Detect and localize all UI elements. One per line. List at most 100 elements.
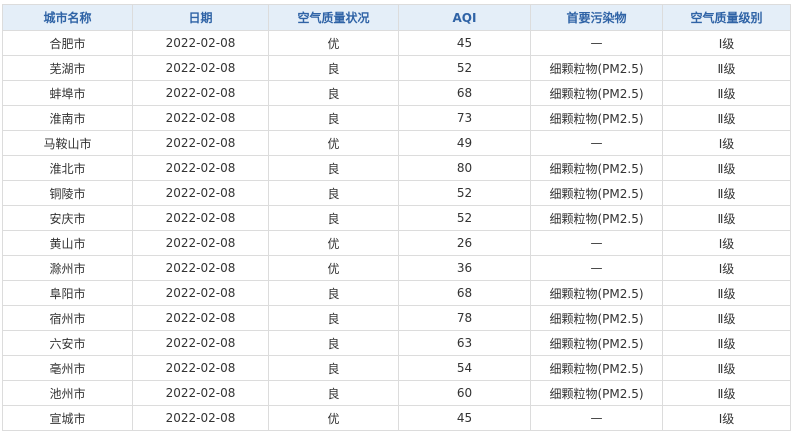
- cell-city: 黄山市: [2, 230, 133, 256]
- cell-date: 2022-02-08: [132, 280, 269, 306]
- table-row: 滁州市 2022-02-08 优 36— Ⅰ级: [2, 255, 791, 281]
- table-row: 亳州市 2022-02-08 良 54 细颗粒物(PM2.5) Ⅱ级: [2, 355, 791, 381]
- cell-date: 2022-02-08: [132, 305, 269, 331]
- cell-status: 优: [268, 255, 399, 281]
- cell-status: 良: [268, 105, 399, 131]
- cell-aqi: 68: [398, 80, 531, 106]
- cell-level: Ⅱ级: [662, 280, 791, 306]
- table-row: 宿州市 2022-02-08 良 78 细颗粒物(PM2.5) Ⅱ级: [2, 305, 791, 331]
- cell-pollutant: 细颗粒物(PM2.5): [530, 80, 663, 106]
- cell-pollutant: 细颗粒物(PM2.5): [530, 330, 663, 356]
- table-row: 安庆市 2022-02-08 良 52 细颗粒物(PM2.5) Ⅱ级: [2, 205, 791, 231]
- cell-level: Ⅱ级: [662, 355, 791, 381]
- cell-level: Ⅰ级: [662, 230, 791, 256]
- cell-level: Ⅱ级: [662, 305, 791, 331]
- cell-aqi: 78: [398, 305, 531, 331]
- cell-level: Ⅰ级: [662, 405, 791, 431]
- cell-city: 芜湖市: [2, 55, 133, 81]
- table-row: 铜陵市 2022-02-08 良 52 细颗粒物(PM2.5) Ⅱ级: [2, 180, 791, 206]
- cell-level: Ⅱ级: [662, 330, 791, 356]
- cell-pollutant: 细颗粒物(PM2.5): [530, 380, 663, 406]
- column-header-level: 空气质量级别: [662, 4, 791, 31]
- column-header-status: 空气质量状况: [268, 4, 399, 31]
- cell-aqi: 49: [398, 130, 531, 156]
- table-row: 合肥市 2022-02-08 优 45— Ⅰ级: [2, 30, 791, 56]
- table-row: 芜湖市 2022-02-08 良 52 细颗粒物(PM2.5) Ⅱ级: [2, 55, 791, 81]
- cell-date: 2022-02-08: [132, 55, 269, 81]
- cell-level: Ⅱ级: [662, 105, 791, 131]
- cell-city: 宿州市: [2, 305, 133, 331]
- table-row: 阜阳市 2022-02-08 良 68 细颗粒物(PM2.5) Ⅱ级: [2, 280, 791, 306]
- cell-aqi: 36: [398, 255, 531, 281]
- cell-level: Ⅱ级: [662, 80, 791, 106]
- cell-date: 2022-02-08: [132, 80, 269, 106]
- cell-pollutant: 细颗粒物(PM2.5): [530, 355, 663, 381]
- cell-aqi: 60: [398, 380, 531, 406]
- table-row: 六安市 2022-02-08 良 63 细颗粒物(PM2.5) Ⅱ级: [2, 330, 791, 356]
- cell-pollutant: 细颗粒物(PM2.5): [530, 55, 663, 81]
- cell-city: 铜陵市: [2, 180, 133, 206]
- column-header-aqi: AQI: [398, 4, 531, 31]
- table-header-row: 城市名称 日期 空气质量状况 AQI 首要污染物 空气质量级别: [2, 4, 791, 31]
- cell-pollutant: 细颗粒物(PM2.5): [530, 155, 663, 181]
- column-header-pollutant: 首要污染物: [530, 4, 663, 31]
- column-header-date: 日期: [132, 4, 269, 31]
- cell-aqi: 80: [398, 155, 531, 181]
- cell-date: 2022-02-08: [132, 330, 269, 356]
- cell-date: 2022-02-08: [132, 380, 269, 406]
- cell-aqi: 73: [398, 105, 531, 131]
- cell-pollutant: 细颗粒物(PM2.5): [530, 180, 663, 206]
- cell-level: Ⅰ级: [662, 30, 791, 56]
- cell-pollutant: 细颗粒物(PM2.5): [530, 305, 663, 331]
- cell-status: 良: [268, 280, 399, 306]
- aqi-table: 城市名称 日期 空气质量状况 AQI 首要污染物 空气质量级别 合肥市 2022-…: [2, 4, 791, 431]
- cell-date: 2022-02-08: [132, 255, 269, 281]
- cell-status: 良: [268, 355, 399, 381]
- cell-date: 2022-02-08: [132, 130, 269, 156]
- cell-aqi: 63: [398, 330, 531, 356]
- cell-status: 良: [268, 380, 399, 406]
- cell-level: Ⅱ级: [662, 380, 791, 406]
- cell-status: 良: [268, 155, 399, 181]
- cell-city: 池州市: [2, 380, 133, 406]
- cell-city: 亳州市: [2, 355, 133, 381]
- cell-status: 良: [268, 180, 399, 206]
- cell-aqi: 26: [398, 230, 531, 256]
- cell-city: 淮北市: [2, 155, 133, 181]
- cell-aqi: 52: [398, 205, 531, 231]
- cell-pollutant: 细颗粒物(PM2.5): [530, 105, 663, 131]
- table-row: 宣城市 2022-02-08 优 45— Ⅰ级: [2, 405, 791, 431]
- cell-date: 2022-02-08: [132, 205, 269, 231]
- table-row: 池州市 2022-02-08 良 60 细颗粒物(PM2.5) Ⅱ级: [2, 380, 791, 406]
- cell-status: 良: [268, 55, 399, 81]
- cell-aqi: 54: [398, 355, 531, 381]
- cell-status: 优: [268, 130, 399, 156]
- cell-pollutant: —: [530, 230, 663, 256]
- cell-aqi: 45: [398, 30, 531, 56]
- cell-level: Ⅰ级: [662, 255, 791, 281]
- cell-status: 良: [268, 330, 399, 356]
- column-header-city: 城市名称: [2, 4, 133, 31]
- cell-date: 2022-02-08: [132, 155, 269, 181]
- cell-city: 六安市: [2, 330, 133, 356]
- cell-status: 优: [268, 405, 399, 431]
- cell-status: 良: [268, 80, 399, 106]
- cell-aqi: 68: [398, 280, 531, 306]
- cell-city: 合肥市: [2, 30, 133, 56]
- cell-aqi: 52: [398, 55, 531, 81]
- table-row: 黄山市 2022-02-08 优 26— Ⅰ级: [2, 230, 791, 256]
- cell-date: 2022-02-08: [132, 30, 269, 56]
- cell-date: 2022-02-08: [132, 105, 269, 131]
- cell-date: 2022-02-08: [132, 230, 269, 256]
- table-body: 合肥市 2022-02-08 优 45— Ⅰ级 芜湖市 2022-02-08 良 52 细颗粒物(…: [2, 30, 791, 431]
- cell-status: 优: [268, 30, 399, 56]
- cell-level: Ⅱ级: [662, 205, 791, 231]
- cell-date: 2022-02-08: [132, 180, 269, 206]
- cell-status: 良: [268, 205, 399, 231]
- table-row: 马鞍山市 2022-02-08 优 49— Ⅰ级: [2, 130, 791, 156]
- cell-pollutant: 细颗粒物(PM2.5): [530, 205, 663, 231]
- cell-date: 2022-02-08: [132, 355, 269, 381]
- cell-date: 2022-02-08: [132, 405, 269, 431]
- cell-level: Ⅱ级: [662, 155, 791, 181]
- table-row: 淮南市 2022-02-08 良 73 细颗粒物(PM2.5) Ⅱ级: [2, 105, 791, 131]
